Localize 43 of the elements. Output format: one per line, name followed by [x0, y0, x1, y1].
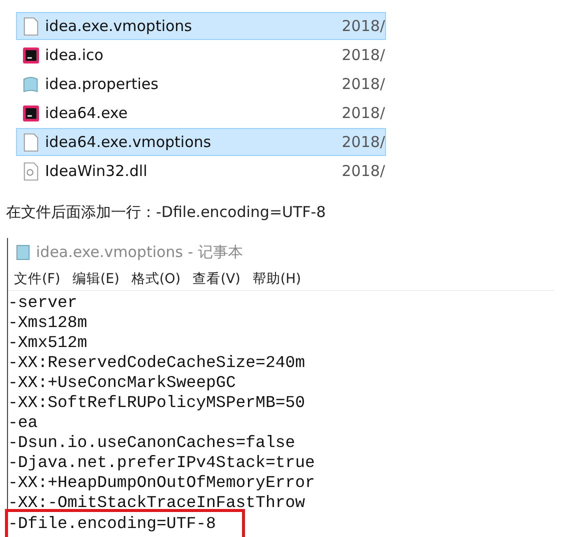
document-icon [23, 132, 39, 152]
dll-file-icon [23, 162, 39, 180]
text-line: -Dfile.encoding=UTF-8 [5, 509, 245, 537]
text-line: -XX:+UseConcMarkSweepGC [8, 373, 236, 393]
menu-item[interactable]: 帮助(H) [252, 270, 302, 288]
file-row[interactable]: idea64.exe.vmoptions 2018/ [16, 128, 386, 156]
text-line: -Dsun.io.useCanonCaches=false [8, 433, 296, 453]
text-line: -XX:+HeapDumpOnOutOfMemoryError [8, 473, 315, 493]
file-name: idea64.exe.vmoptions [45, 133, 212, 151]
notepad-icon [16, 244, 30, 260]
menu-item[interactable]: 编辑(E) [72, 270, 120, 288]
file-date: 2018/ [342, 17, 385, 35]
caption-text: 在文件后面添加一行：-Dfile.encoding=UTF-8 [6, 203, 327, 222]
file-row[interactable]: idea.ico 2018/ [16, 41, 386, 69]
text-line: -XX:ReservedCodeCacheSize=240m [8, 353, 306, 373]
file-date: 2018/ [342, 46, 385, 64]
text-line: -server [8, 293, 78, 313]
file-name: idea.properties [45, 75, 160, 93]
file-name: idea64.exe [45, 104, 129, 122]
menu-item[interactable]: 格式(O) [131, 270, 181, 288]
text-line: -Djava.net.preferIPv4Stack=true [8, 453, 315, 473]
menu-item[interactable]: 查看(V) [192, 270, 240, 288]
document-icon [23, 16, 39, 36]
file-row[interactable]: idea.properties 2018/ [16, 70, 386, 98]
file-row[interactable]: idea.exe.vmoptions 2018/ [16, 12, 386, 40]
file-row[interactable]: IdeaWin32.dll 2018/ [16, 157, 386, 185]
file-name: IdeaWin32.dll [45, 162, 148, 180]
text-line: -ea [8, 413, 38, 433]
app-icon [23, 104, 39, 122]
text-line: -Xms128m [8, 313, 88, 333]
window-title: idea.exe.vmoptions - 记事本 [36, 242, 243, 262]
file-name: idea.ico [45, 46, 104, 64]
file-date: 2018/ [342, 162, 385, 180]
file-name: idea.exe.vmoptions [45, 17, 193, 35]
text-line: -XX:SoftRefLRUPolicyMSPerMB=50 [8, 393, 306, 413]
file-date: 2018/ [342, 133, 385, 151]
app-icon [23, 46, 39, 64]
text-line: -Xmx512m [8, 333, 88, 353]
file-date: 2018/ [342, 104, 385, 122]
file-date: 2018/ [342, 75, 385, 93]
menu-item[interactable]: 文件(F) [14, 270, 60, 288]
file-row[interactable]: idea64.exe 2018/ [16, 99, 386, 127]
settings-file-icon [23, 74, 39, 94]
